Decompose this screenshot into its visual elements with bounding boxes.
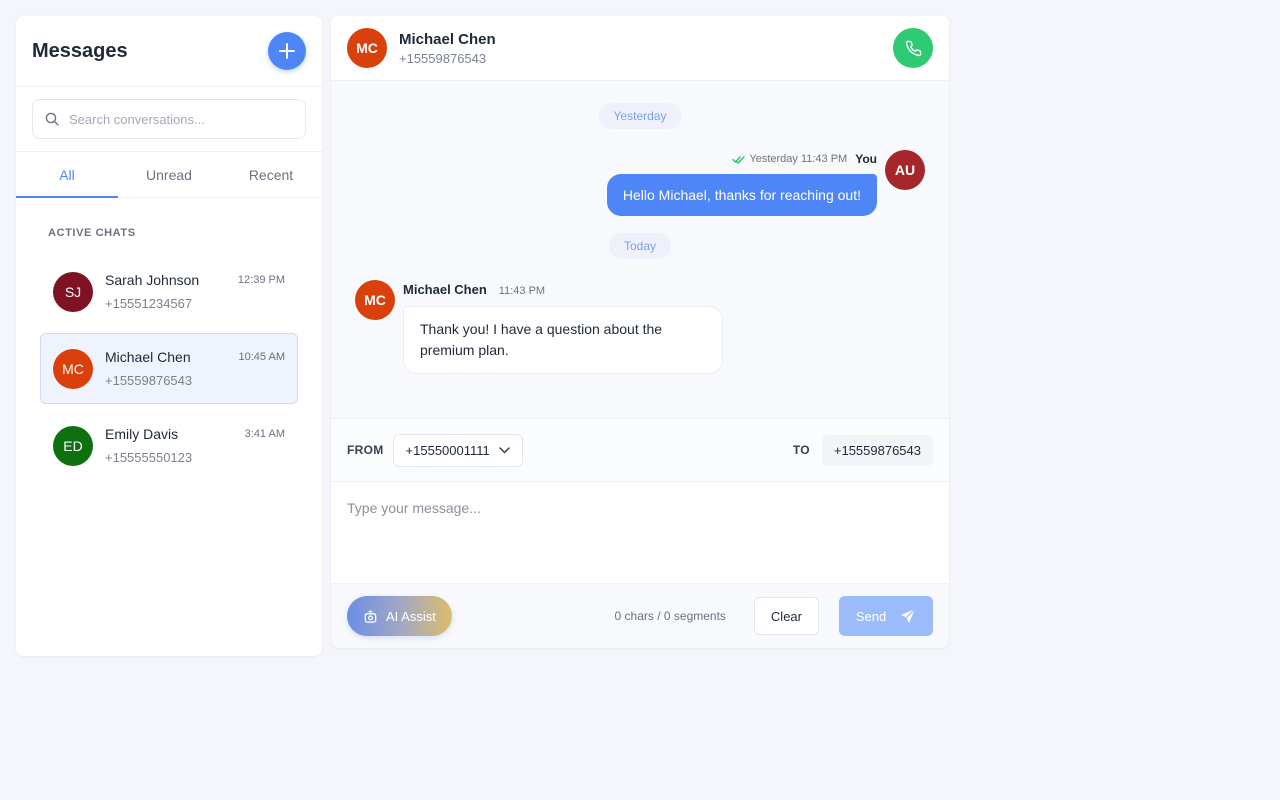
outgoing-message-time: Yesterday 11:43 PM <box>749 153 848 165</box>
from-number-value: +15550001111 <box>405 442 490 458</box>
user-avatar: AU <box>885 150 925 190</box>
conversation-top-row: Michael Chen 10:45 AM <box>105 349 285 365</box>
conversation-time: 3:41 AM <box>244 428 285 440</box>
new-conversation-button[interactable] <box>268 32 306 70</box>
avatar: MC <box>53 348 93 389</box>
conversation-time: 12:39 PM <box>237 274 285 286</box>
character-counter: 0 chars / 0 segments <box>614 609 726 623</box>
send-icon <box>901 608 916 623</box>
chat-panel: MC Michael Chen +15559876543 Yesterday Y… <box>331 16 949 648</box>
conversation-text: Emily Davis 3:41 AM +15555550123 <box>105 426 285 465</box>
contact-phone: +15551234567 <box>105 296 193 311</box>
tab-unread[interactable]: Unread <box>118 152 220 197</box>
composer-actions: AI Assist 0 chars / 0 segments Clear Sen… <box>331 584 949 648</box>
clear-button[interactable]: Clear <box>753 597 819 635</box>
message-thread: Yesterday Yesterday 11:43 PM You Hello M… <box>331 81 949 419</box>
contact-name: Michael Chen <box>105 349 191 365</box>
contact-message-avatar: MC <box>355 280 395 320</box>
conversation-item-sarah-johnson[interactable]: SJ Sarah Johnson 12:39 PM +15551234567 <box>40 256 298 327</box>
chat-header-text: Michael Chen +15559876543 <box>399 31 893 66</box>
contact-name: Emily Davis <box>105 426 179 442</box>
conversation-time: 10:45 AM <box>238 351 285 363</box>
robot-icon <box>364 610 377 623</box>
tab-all[interactable]: All <box>16 152 118 198</box>
send-button[interactable]: Send <box>839 596 933 636</box>
contact-phone: +15559876543 <box>105 373 193 388</box>
ai-assist-button[interactable]: AI Assist <box>347 596 452 636</box>
chat-contact-phone: +15559876543 <box>399 50 487 66</box>
chat-header: MC Michael Chen +15559876543 <box>331 16 949 81</box>
double-check-icon <box>732 155 746 164</box>
conversation-text: Sarah Johnson 12:39 PM +15551234567 <box>105 272 285 311</box>
plus-icon <box>279 43 295 59</box>
conversation-text: Michael Chen 10:45 AM +15559876543 <box>105 349 285 388</box>
conversation-tabs: All Unread Recent <box>16 152 322 198</box>
sidebar-title: Messages <box>32 39 128 62</box>
outgoing-message-bubble: Hello Michael, thanks for reaching out! <box>606 174 877 216</box>
incoming-message-meta: Michael Chen 11:43 PM <box>403 282 545 297</box>
search-box <box>32 99 306 139</box>
message-composer <box>331 482 949 584</box>
phone-icon <box>905 40 921 56</box>
search-icon <box>45 112 59 126</box>
conversation-sidebar: Messages All Unread Recent ACTIVE CHATS … <box>16 16 322 656</box>
conversation-item-michael-chen[interactable]: MC Michael Chen 10:45 AM +15559876543 <box>40 333 298 404</box>
route-bar: FROM +15550001111 TO +15559876543 <box>331 419 949 482</box>
contact-phone: +15555550123 <box>105 450 193 465</box>
contact-avatar: MC <box>347 28 387 68</box>
ai-assist-label: AI Assist <box>386 608 436 624</box>
day-separator-yesterday: Yesterday <box>598 103 682 129</box>
tab-recent[interactable]: Recent <box>220 152 322 197</box>
from-number-select[interactable]: +15550001111 <box>392 433 523 467</box>
avatar: SJ <box>53 271 93 312</box>
message-input[interactable] <box>347 500 933 566</box>
chevron-down-icon <box>499 446 510 453</box>
outgoing-sender: You <box>855 152 877 166</box>
day-separator-today: Today <box>608 233 672 259</box>
outgoing-message-meta: Yesterday 11:43 PM You <box>732 152 877 166</box>
to-number-value: +15559876543 <box>821 434 933 466</box>
chat-contact-name: Michael Chen <box>399 30 496 48</box>
conversation-top-row: Sarah Johnson 12:39 PM <box>105 272 285 288</box>
search-input[interactable] <box>69 111 289 127</box>
search-area <box>16 87 322 152</box>
conversation-item-emily-davis[interactable]: ED Emily Davis 3:41 AM +15555550123 <box>40 410 298 481</box>
section-label: ACTIVE CHATS <box>48 227 136 239</box>
sidebar-header: Messages <box>16 16 322 87</box>
call-button[interactable] <box>893 28 933 68</box>
send-label: Send <box>855 608 887 624</box>
incoming-message-time: 11:43 PM <box>498 285 546 297</box>
incoming-sender: Michael Chen <box>403 282 487 297</box>
avatar: ED <box>53 425 93 466</box>
contact-name: Sarah Johnson <box>105 272 200 288</box>
conversation-top-row: Emily Davis 3:41 AM <box>105 426 285 442</box>
incoming-message-bubble: Thank you! I have a question about the p… <box>403 306 723 374</box>
to-label: TO <box>792 443 810 457</box>
from-label: FROM <box>347 443 384 457</box>
conversation-list: SJ Sarah Johnson 12:39 PM +15551234567 M… <box>40 256 298 487</box>
